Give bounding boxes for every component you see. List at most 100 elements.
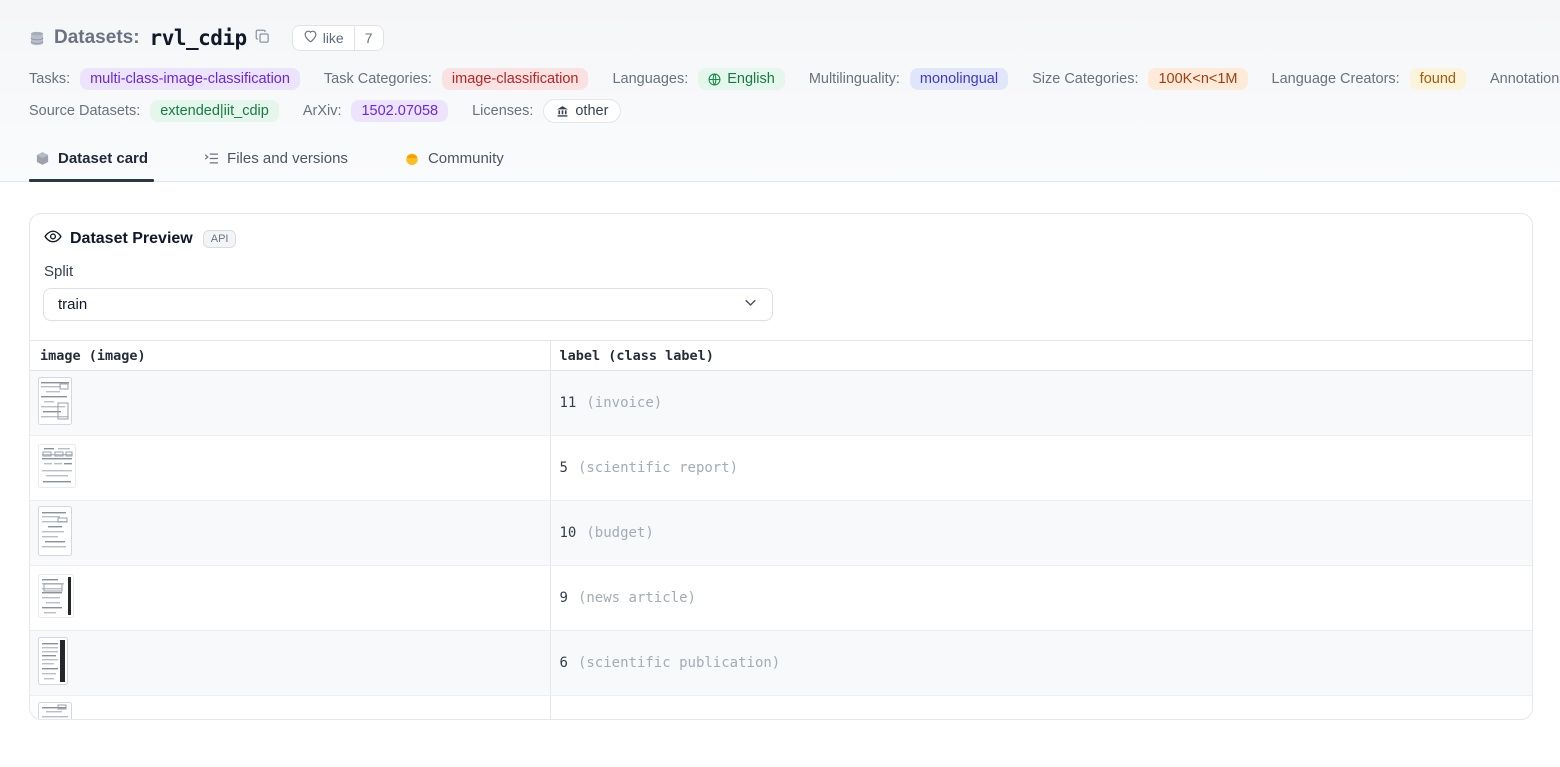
- tag-group: Tasks: multi-class-image-classification: [29, 68, 300, 90]
- community-icon: [404, 151, 420, 167]
- tag-label: Multilinguality:: [809, 71, 900, 87]
- label-cell: 11(invoice): [550, 371, 1532, 436]
- tag-pill[interactable]: other: [543, 99, 621, 123]
- tag-group: ArXiv: 1502.07058: [303, 100, 448, 122]
- eye-icon: [44, 229, 62, 249]
- column-header-label: label (class label): [550, 341, 1532, 371]
- document-image[interactable]: [38, 637, 68, 685]
- table-row: 10 (budget): [30, 501, 1532, 566]
- label-number: 10: [560, 525, 577, 541]
- like-widget: like 7: [292, 25, 384, 51]
- preview-table: image (image) label (class label) 11(inv…: [30, 340, 1532, 720]
- document-image[interactable]: [38, 444, 76, 488]
- table-row: 11(invoice): [30, 371, 1532, 436]
- label-class-name: (budget): [586, 525, 653, 541]
- label-class-name: (invoice): [586, 395, 662, 411]
- image-cell: [30, 696, 550, 721]
- bank-icon: [556, 105, 569, 118]
- tag-label: Language Creators:: [1272, 71, 1400, 87]
- preview-title: Dataset Preview: [70, 230, 193, 248]
- tag-label: Source Datasets:: [29, 103, 140, 119]
- tag-group: Annotations Creators:found: [1490, 68, 1560, 90]
- copy-icon: [255, 29, 270, 47]
- preview-header: Dataset Preview API: [30, 214, 1532, 249]
- tag-pill[interactable]: multi-class-image-classification: [80, 68, 300, 90]
- tab-community[interactable]: Community: [398, 150, 510, 181]
- heart-icon: [303, 30, 318, 46]
- tag-pill-value: extended|iit_cdip: [160, 103, 269, 119]
- tab-label: Files and versions: [227, 150, 348, 167]
- image-cell: [30, 566, 550, 631]
- label-number: 9: [560, 590, 568, 606]
- like-label: like: [323, 30, 344, 46]
- tag-pill-value: English: [727, 71, 775, 87]
- tag-row-2: Source Datasets: extended|iit_cdip ArXiv: 1…: [29, 99, 1531, 123]
- label-cell: [550, 696, 1532, 721]
- tag-pill[interactable]: 1502.07058: [351, 100, 448, 122]
- tab-files-and-versions[interactable]: Files and versions: [198, 150, 354, 181]
- tab-label: Dataset card: [58, 150, 148, 167]
- datasets-kicker[interactable]: Datasets:: [54, 27, 140, 49]
- tag-pill-value: monolingual: [920, 71, 998, 87]
- table-row: [30, 696, 1532, 721]
- label-class-name: (scientific publication): [578, 655, 780, 671]
- table-row: 6 (scientific publication): [30, 631, 1532, 696]
- label-number: 6: [560, 655, 568, 671]
- files-icon: [204, 151, 219, 166]
- tag-label: Annotations Creators:: [1490, 71, 1560, 87]
- document-image[interactable]: [38, 702, 72, 721]
- tag-pill-value: found: [1420, 71, 1456, 87]
- image-cell: [30, 631, 550, 696]
- table-row: 5(scientific report): [30, 436, 1532, 501]
- image-cell: [30, 371, 550, 436]
- dataset-preview-card: Dataset Preview API Split train image (i…: [29, 213, 1533, 720]
- document-image[interactable]: [38, 574, 74, 618]
- label-number: 5: [560, 460, 568, 476]
- tag-group: Task Categories: image-classification: [324, 68, 589, 90]
- tag-group: Language Creators: found: [1272, 68, 1466, 90]
- tab-label: Community: [428, 150, 504, 167]
- image-cell: [30, 501, 550, 566]
- split-select[interactable]: train: [43, 288, 773, 321]
- tag-pill-value: 1502.07058: [361, 103, 438, 119]
- like-button[interactable]: like: [293, 26, 354, 50]
- tag-label: Task Categories:: [324, 71, 432, 87]
- tag-pill[interactable]: English: [698, 68, 785, 90]
- split-select-value: train: [58, 296, 87, 313]
- tag-pill[interactable]: image-classification: [442, 68, 589, 90]
- page-content: Dataset Preview API Split train image (i…: [0, 182, 1560, 720]
- tag-pill[interactable]: found: [1410, 68, 1466, 90]
- tab-bar: Dataset card Files and versions Community: [0, 150, 1560, 182]
- tag-pill-value: image-classification: [452, 71, 579, 87]
- tag-label: Licenses:: [472, 103, 533, 119]
- label-class-name: (news article): [578, 590, 696, 606]
- tag-pill[interactable]: extended|iit_cdip: [150, 100, 279, 122]
- image-cell: [30, 436, 550, 501]
- tag-label: Tasks:: [29, 71, 70, 87]
- like-count[interactable]: 7: [354, 26, 383, 50]
- label-cell: 9 (news article): [550, 566, 1532, 631]
- tag-label: ArXiv:: [303, 103, 342, 119]
- tab-dataset-card[interactable]: Dataset card: [29, 150, 154, 181]
- copy-name-button[interactable]: [255, 29, 270, 47]
- tag-pill[interactable]: 100K<n<1M: [1148, 68, 1247, 90]
- tag-group: Source Datasets: extended|iit_cdip: [29, 100, 279, 122]
- split-label: Split: [44, 263, 1532, 280]
- tag-pill-value: 100K<n<1M: [1158, 71, 1237, 87]
- tag-row-1: Tasks:multi-class-image-classificationTa…: [29, 68, 1531, 90]
- api-badge[interactable]: API: [203, 230, 237, 248]
- tag-label: Size Categories:: [1032, 71, 1138, 87]
- tag-group: Size Categories: 100K<n<1M: [1032, 68, 1247, 90]
- database-icon: [29, 30, 45, 47]
- globe-icon: [708, 73, 721, 86]
- tag-group: Multilinguality: monolingual: [809, 68, 1008, 90]
- cube-icon: [35, 151, 50, 166]
- table-header-row: image (image) label (class label): [30, 341, 1532, 371]
- page-header: Datasets: rvl_cdip like 7 Tasks:multi-cl…: [0, 0, 1560, 182]
- chevron-down-icon: [743, 295, 758, 315]
- table-row: 9 (news article): [30, 566, 1532, 631]
- tag-pill[interactable]: monolingual: [910, 68, 1008, 90]
- dataset-page: Datasets: rvl_cdip like 7 Tasks:multi-cl…: [0, 0, 1560, 767]
- document-image[interactable]: [38, 506, 72, 556]
- document-image[interactable]: [38, 377, 72, 425]
